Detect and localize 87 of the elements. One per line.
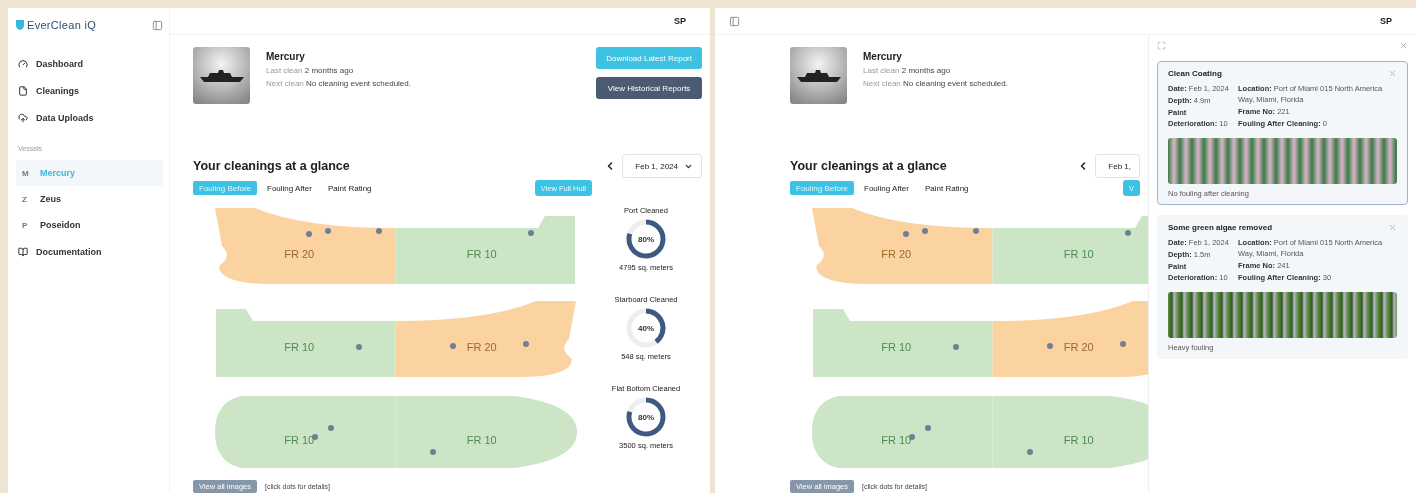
card-title: Clean Coating [1168,69,1222,78]
frame-rating-label: FR 10 [466,434,497,446]
frame-rating-label: FR 20 [881,248,912,260]
gauge-icon [18,58,28,69]
expand-icon[interactable] [1157,40,1166,50]
cloud-upload-icon [18,112,28,123]
nav-label: Cleanings [36,85,79,96]
percent-label: 40% [638,323,654,333]
last-clean-text: Last clean 2 months ago [863,66,952,75]
marker-dot[interactable] [523,341,529,347]
nav-item[interactable]: Documentation [16,238,163,265]
ship-icon [199,68,244,83]
section-title: Your cleanings at a glance [790,159,947,173]
vessel-initial: P [22,220,29,230]
frame-rating-label: FR 10 [881,341,912,353]
frame-rating-label: FR 20 [1063,341,1094,353]
marker-dot[interactable] [312,434,318,440]
card-title: Some green algae removed [1168,223,1273,232]
marker-dot[interactable] [909,434,915,440]
vessel-title: Mercury [863,51,903,62]
report-button[interactable]: View Historical Reports [596,77,702,99]
progress-track [626,308,658,348]
marker-dot[interactable] [306,231,312,237]
nav-item[interactable]: Dashboard [16,50,163,77]
vessel-initial: M [22,168,30,178]
document-icon [18,85,28,96]
sidebar-toggle-icon[interactable] [152,19,163,31]
nav-label: Documentation [36,246,102,257]
frame-rating-label: FR 20 [284,248,315,260]
vessel-name: Zeus [40,194,61,204]
marker-dot[interactable] [925,425,931,431]
marker-dot[interactable] [430,449,436,455]
nav-item[interactable]: Data Uploads [16,104,163,131]
marker-dot[interactable] [903,231,909,237]
marker-dot[interactable] [953,344,959,350]
logo: EverClean iQ [16,19,96,31]
vessel-item[interactable]: P Poseidon [16,212,163,238]
marker-dot[interactable] [325,228,331,234]
close-icon[interactable] [1399,40,1408,50]
vessel-name: Poseidon [40,220,81,230]
marker-dot[interactable] [1120,341,1126,347]
vessel-item[interactable]: M Mercury [16,160,163,186]
date-select[interactable]: Feb 1, [1095,154,1140,178]
percent-label: 80% [638,412,654,422]
progress-track [627,397,647,413]
frame-rating-label: FR 10 [466,248,497,260]
view-tab[interactable]: Paint Rating [918,181,975,195]
next-clean-text: Next clean No cleaning event scheduled. [863,79,1009,88]
percent-label: 80% [638,234,654,244]
section-title: Your cleanings at a glance [193,159,350,173]
marker-dot[interactable] [528,230,534,236]
frame-rating-label: FR 10 [1063,248,1094,260]
close-icon[interactable] [1388,69,1397,78]
frame-rating-label: FR 10 [284,341,315,353]
vessel-name: Mercury [40,168,75,178]
vessel-title: Mercury [266,51,306,62]
view-tab[interactable]: Fouling After [261,181,318,195]
date-select[interactable]: Feb 1, 2024 [622,154,702,178]
marker-dot[interactable] [376,228,382,234]
marker-dot[interactable] [922,228,928,234]
marker-dot[interactable] [328,425,334,431]
marker-dot[interactable] [1047,343,1053,349]
sidebar-toggle-icon[interactable] [729,15,740,27]
marker-dot[interactable] [973,228,979,234]
marker-dot[interactable] [450,343,456,349]
nav-item[interactable]: Cleanings [16,77,163,104]
vessel-item[interactable]: Z Zeus [16,186,163,212]
next-clean-text: Next clean No cleaning event scheduled. [266,79,412,88]
marker-dot[interactable] [356,344,362,350]
close-icon[interactable] [1388,223,1397,232]
ship-icon [796,68,841,83]
nav-label: Dashboard [36,58,83,69]
view-tab[interactable]: Fouling After [858,181,915,195]
frame-rating-label: FR 10 [881,434,912,446]
user-initials[interactable]: SP [1380,16,1392,26]
marker-dot[interactable] [1125,230,1131,236]
book-icon [18,246,28,257]
frame-rating-label: FR 10 [1063,434,1094,446]
nav-label: Data Uploads [36,112,94,123]
last-clean-text: Last clean 2 months ago [266,66,355,75]
progress-track [627,219,647,235]
user-initials[interactable]: SP [674,16,686,26]
frame-rating-label: FR 20 [466,341,497,353]
vessel-initial: Z [22,194,28,204]
frame-rating-label: FR 10 [284,434,315,446]
view-tab[interactable]: Paint Rating [321,181,378,195]
marker-dot[interactable] [1027,449,1033,455]
